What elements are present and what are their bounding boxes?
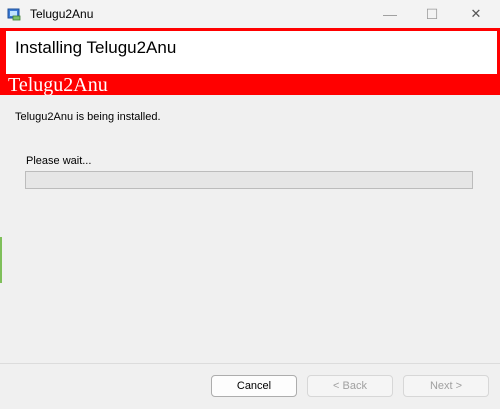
cancel-button[interactable]: Cancel: [211, 375, 297, 397]
page-title: Installing Telugu2Anu: [15, 38, 177, 57]
title-bar[interactable]: Telugu2Anu — ☐ ✕: [0, 0, 500, 28]
minimize-button[interactable]: —: [368, 0, 412, 28]
status-text: Telugu2Anu is being installed.: [15, 111, 161, 123]
window-title: Telugu2Anu: [30, 7, 94, 21]
please-wait-label: Please wait...: [26, 155, 92, 167]
progress-bar: [25, 171, 473, 189]
background-window-edge: [0, 237, 2, 283]
installer-icon: [7, 7, 21, 21]
product-name-label: Telugu2Anu: [8, 74, 108, 96]
installer-window: Telugu2Anu — ☐ ✕ Installing Telugu2Anu T…: [0, 0, 500, 409]
back-button[interactable]: < Back: [307, 375, 393, 397]
close-button[interactable]: ✕: [454, 0, 498, 28]
next-button[interactable]: Next >: [403, 375, 489, 397]
footer-divider: [0, 363, 500, 364]
maximize-button[interactable]: ☐: [410, 0, 454, 28]
